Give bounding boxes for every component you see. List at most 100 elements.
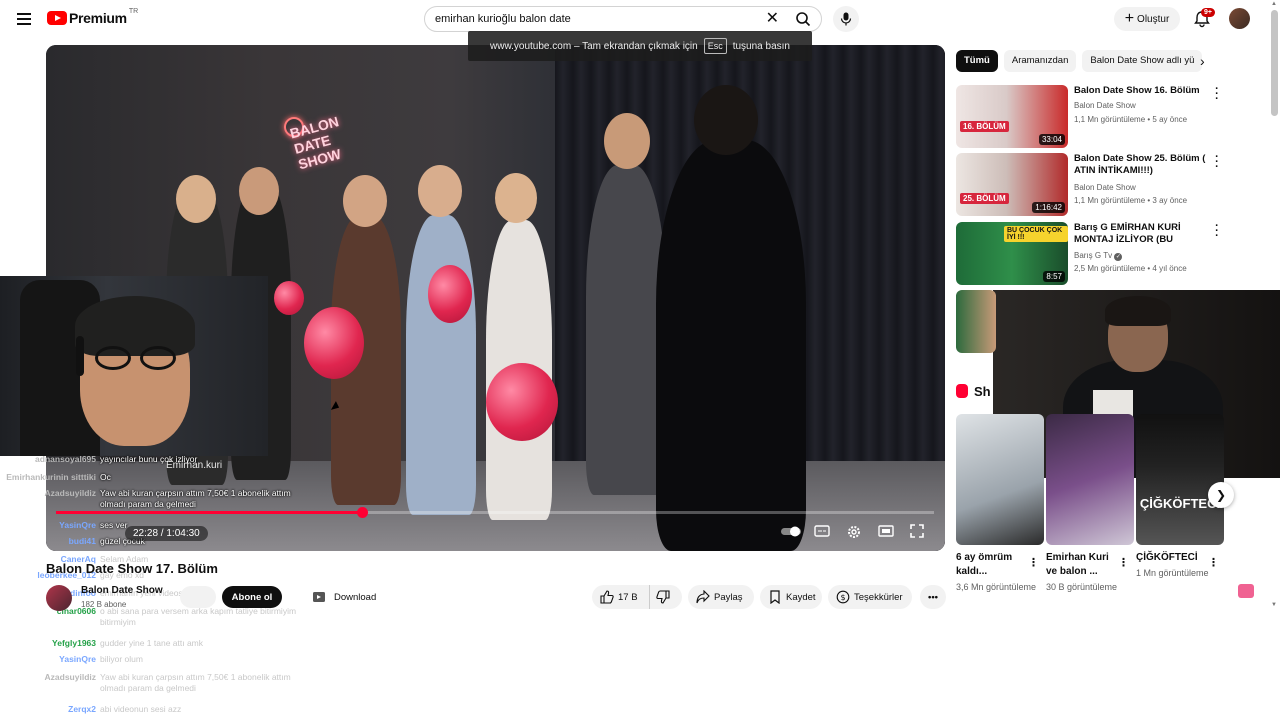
short-title[interactable]: ÇİĞKÖFTECİ <box>1136 551 1206 565</box>
youtube-premium-logo[interactable]: Premium TR <box>47 7 139 26</box>
share-icon <box>696 590 710 604</box>
progress-scrubber[interactable] <box>356 507 368 518</box>
share-button[interactable]: Paylaş <box>688 585 754 609</box>
download-button[interactable]: Download <box>304 586 384 608</box>
clear-search-icon[interactable]: ✕ <box>766 10 779 28</box>
dislike-button[interactable] <box>650 585 680 609</box>
share-label: Paylaş <box>714 591 743 603</box>
recommendation-thumbnail[interactable]: BU ÇOCUK ÇOK İYİ !!! 8:57 <box>956 222 1068 285</box>
recommendation-channel[interactable]: Balon Date Show <box>1074 101 1136 110</box>
short-thumbnail[interactable]: ÇİĞKÖFTECİ <box>1136 414 1224 545</box>
scroll-up-arrow[interactable]: ▲ <box>1271 1 1277 7</box>
contestant-head <box>495 173 537 223</box>
short-thumbnail[interactable] <box>1046 414 1134 545</box>
recommendation-thumbnail[interactable]: 25. BÖLÜM 1:16:42 <box>956 153 1068 216</box>
download-label: Download <box>334 591 377 603</box>
menu-icon[interactable] <box>14 10 34 28</box>
theater-mode-icon[interactable] <box>878 524 896 540</box>
page-scrollbar[interactable] <box>1271 10 1278 116</box>
fullscreen-exit-tooltip: www.youtube.com – Tam ekrandan çıkmak iç… <box>468 31 812 61</box>
voice-search-button[interactable] <box>833 6 859 32</box>
recommendation-item[interactable]: BU ÇOCUK ÇOK İYİ !!! 8:57 Barış G EMİRHA… <box>956 221 1226 286</box>
account-avatar[interactable] <box>1229 8 1250 29</box>
recommendation-title[interactable]: Balon Date Show 25. Bölüm ( ATIN İNTİKAM… <box>1074 153 1210 177</box>
recommendation-title[interactable]: Balon Date Show 16. Bölüm <box>1074 85 1210 97</box>
chat-username[interactable]: YasinQre <box>59 654 96 665</box>
video-duration: 1:16:42 <box>1032 202 1065 213</box>
save-bookmark-icon <box>770 590 780 604</box>
progress-bar[interactable] <box>56 507 934 518</box>
recommendation-item[interactable]: 25. BÖLÜM 1:16:42 Balon Date Show 25. Bö… <box>956 152 1226 217</box>
more-actions-button[interactable]: ••• <box>920 585 946 609</box>
thumbnail-badge: 16. BÖLÜM <box>960 121 1009 132</box>
contestant-head <box>343 175 387 227</box>
recommendation-thumbnail[interactable] <box>956 290 996 353</box>
chat-username[interactable]: Azadsuyildiz <box>45 672 96 683</box>
logo-text: Premium <box>69 10 127 26</box>
join-button[interactable] <box>180 586 216 608</box>
chat-username[interactable]: Yefgly1963 <box>52 638 96 649</box>
more-vertical-icon[interactable]: ⋮ <box>1028 556 1039 569</box>
esc-key-label: Esc <box>703 38 727 54</box>
chat-text: Yaw abi kuran çarpsın attım 7,50€ 1 abon… <box>100 488 291 509</box>
thanks-button[interactable]: $ Teşekkürler <box>828 585 912 609</box>
search-input[interactable] <box>425 13 755 25</box>
recommendation-item[interactable]: 16. BÖLÜM 33:04 Balon Date Show 16. Bölü… <box>956 84 1226 149</box>
create-button[interactable]: + Oluştur <box>1114 7 1180 31</box>
chat-text: gudder yine 1 tane attı amk <box>100 638 204 648</box>
streamer2-hair <box>1105 296 1171 326</box>
chip-from-search[interactable]: Aramanızdan <box>1003 50 1077 72</box>
gift-icon[interactable] <box>1238 584 1254 598</box>
channel-name[interactable]: Balon Date Show <box>81 585 163 596</box>
more-vertical-icon[interactable]: ⋮ <box>1208 556 1219 569</box>
recommendation-thumbnail[interactable]: 16. BÖLÜM 33:04 <box>956 85 1068 148</box>
notification-count-badge: 9+ <box>1201 8 1215 17</box>
shorts-next-button[interactable]: ❯ <box>1208 482 1234 508</box>
chip-channel[interactable]: Balon Date Show adlı yü <box>1082 50 1203 72</box>
more-vertical-icon[interactable]: · · · <box>1212 152 1222 173</box>
exit-fullscreen-icon[interactable] <box>910 524 928 540</box>
recommendation-item[interactable] <box>956 290 996 354</box>
chevron-right-icon[interactable]: › <box>1200 53 1216 69</box>
scroll-down-arrow[interactable]: ▼ <box>1271 602 1277 608</box>
chat-username[interactable]: adnansoyal695 <box>35 454 96 465</box>
video-duration: 8:57 <box>1043 271 1065 282</box>
save-button[interactable]: Kaydet <box>760 585 822 609</box>
recommendation-channel[interactable]: Balon Date Show <box>1074 183 1136 192</box>
headphones <box>76 336 84 376</box>
chat-username[interactable]: Zerqx2 <box>68 704 96 715</box>
chip-all[interactable]: Tümü <box>956 50 998 72</box>
contestant-head <box>176 175 216 223</box>
pink-balloon <box>428 265 472 323</box>
short-thumbnail[interactable] <box>956 414 1044 545</box>
like-button[interactable]: 17 B <box>592 585 650 609</box>
channel-name-text: Barış G Tv <box>1074 251 1113 260</box>
subtitles-icon[interactable] <box>814 524 832 540</box>
recommendation-meta: 1,1 Mn görüntüleme • 3 ay önce <box>1074 196 1188 205</box>
more-vertical-icon[interactable]: · · · <box>1212 84 1222 105</box>
short-title[interactable]: 6 ay ömrüm kaldı... <box>956 551 1026 579</box>
more-vertical-icon[interactable]: ⋮ <box>1118 556 1129 569</box>
recommendation-channel[interactable]: Barış G Tv ✓ <box>1074 251 1123 261</box>
contestant <box>406 215 476 515</box>
more-horizontal-icon: ••• <box>928 591 938 603</box>
more-vertical-icon[interactable]: · · · <box>1212 221 1222 242</box>
tooltip-text-after: tuşuna basın <box>732 40 790 52</box>
shorts-heading: Sh <box>956 384 991 399</box>
autoplay-toggle-icon[interactable] <box>780 524 802 540</box>
contestant-head <box>418 165 462 217</box>
recommendation-title[interactable]: Barış G EMİRHAN KURİ MONTAJ İZLİYOR (BU … <box>1074 222 1210 246</box>
stream-chat-overlay: adnansoyal695 yayıncılar bunu çok izliyor… <box>0 452 330 720</box>
short-item[interactable]: 6 ay ömrüm kaldı... 3,6 Mn görüntüleme ⋮ <box>956 414 1044 593</box>
search-button[interactable] <box>785 7 821 31</box>
chat-username[interactable]: Azadsuyildiz <box>45 488 96 499</box>
settings-gear-icon[interactable] <box>846 524 864 540</box>
chat-username[interactable]: Emirhankurinin sitttiki <box>6 472 96 483</box>
subscribe-button[interactable]: Abone ol <box>222 586 282 608</box>
logo-region: TR <box>128 7 139 15</box>
channel-avatar[interactable] <box>46 585 72 611</box>
pink-balloon <box>304 307 364 379</box>
video-title: Balon Date Show 17. Bölüm <box>46 561 218 576</box>
short-item[interactable]: Emirhan Kuri ve balon ... 30 B görüntüle… <box>1046 414 1134 593</box>
short-title[interactable]: Emirhan Kuri ve balon ... <box>1046 551 1116 579</box>
